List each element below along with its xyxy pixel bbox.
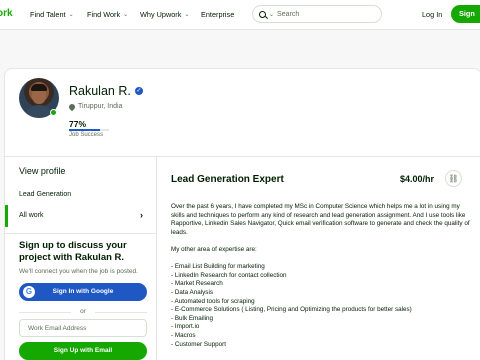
job-success-bar-fill (69, 129, 100, 131)
online-status-icon (50, 109, 57, 116)
location: Tiruppur, India (67, 102, 123, 111)
job-success-bar (69, 129, 109, 131)
nav-find-talent-label: Find Talent (30, 10, 66, 19)
sidebar-item-all-work-label: All work (19, 212, 44, 219)
chevron-down-icon: ⌄ (123, 12, 129, 18)
google-signin-button[interactable]: Sign In with Google G (19, 283, 147, 301)
profile-title: Lead Generation Expert (171, 174, 284, 185)
signup-button[interactable]: Sign (451, 5, 480, 23)
signup-cta-subtitle: We'll connect you when the job is posted… (19, 268, 138, 275)
profile-sidebar: View profile Lead Generation All work › … (5, 157, 157, 360)
nav-find-work-label: Find Work (87, 10, 121, 19)
profile-card: Rakulan R. ✓ Tiruppur, India 77% Job Suc… (4, 68, 480, 360)
signup-email-button[interactable]: Sign Up with Email (19, 342, 147, 360)
list-item: - Data Analysis (171, 288, 213, 296)
sidebar-item-lead-generation[interactable]: Lead Generation (19, 191, 71, 198)
profile-description: Over the past 6 years, I have completed … (171, 203, 471, 349)
sidebar-item-all-work[interactable]: All work › (5, 205, 157, 227)
login-link[interactable]: Log In (422, 10, 442, 19)
skills-list: - Email List Building for marketing - Li… (171, 263, 471, 349)
or-text: or (80, 308, 86, 315)
upwork-logo[interactable]: ork (0, 8, 13, 19)
list-item: - Import.io (171, 323, 200, 331)
google-icon: G (23, 286, 35, 298)
nav-enterprise[interactable]: Enterprise (201, 10, 234, 19)
search-placeholder: Search (277, 10, 300, 18)
copy-link-button[interactable]: ⛓ (445, 170, 462, 187)
chevron-down-icon: ⌄ (184, 12, 190, 18)
email-field[interactable] (19, 319, 147, 337)
freelancer-name: Rakulan R. ✓ (69, 84, 143, 98)
top-navbar: ork Find Talent ⌄ Find Work ⌄ Why Upwork… (0, 0, 480, 30)
search-icon (259, 10, 266, 18)
list-item: - LinkedIn Research for contact collecti… (171, 271, 287, 279)
list-item: - E-Commerce Solutions ( Listing, Pricin… (171, 306, 412, 314)
expertise-intro: My other area of expertise are: (171, 245, 257, 253)
nav-why-upwork[interactable]: Why Upwork ⌄ (140, 10, 189, 19)
profile-header: Rakulan R. ✓ Tiruppur, India 77% Job Suc… (5, 69, 480, 157)
divider (5, 233, 157, 234)
signup-cta-title: Sign up to discuss your project with Rak… (19, 240, 127, 263)
list-item: - Bulk Emailing (171, 314, 213, 322)
chevron-down-icon[interactable]: ⌄ (269, 11, 274, 18)
or-separator: or (19, 307, 147, 317)
verified-badge-icon: ✓ (134, 87, 143, 95)
google-signin-label: Sign In with Google (52, 288, 114, 295)
search-bar[interactable]: ⌄ Search (252, 5, 382, 23)
job-success-value: 77% (69, 119, 87, 129)
list-item: - Market Research (171, 280, 223, 288)
nav-find-talent[interactable]: Find Talent ⌄ (30, 10, 74, 19)
freelancer-name-text: Rakulan R. (69, 84, 131, 98)
description-intro: Over the past 6 years, I have completed … (171, 203, 470, 236)
hourly-rate: $4.00/hr (400, 174, 435, 184)
location-text: Tiruppur, India (78, 103, 123, 110)
list-item: - Macros (171, 331, 196, 339)
view-profile-heading: View profile (19, 166, 66, 176)
chevron-right-icon: › (140, 210, 143, 220)
list-item: - Automated tools for scraping (171, 297, 255, 305)
link-icon: ⛓ (448, 174, 459, 183)
list-item: - Customer Support (171, 340, 226, 348)
profile-main: Lead Generation Expert $4.00/hr ⛓ Over t… (157, 157, 480, 360)
avatar-hair-shape (31, 84, 47, 91)
list-item: - Email List Building for marketing (171, 263, 265, 271)
job-success-label: Job Success (69, 132, 104, 138)
chevron-down-icon: ⌄ (68, 12, 74, 18)
nav-find-work[interactable]: Find Work ⌄ (87, 10, 128, 19)
nav-why-upwork-label: Why Upwork (140, 10, 182, 19)
location-pin-icon (67, 102, 77, 111)
